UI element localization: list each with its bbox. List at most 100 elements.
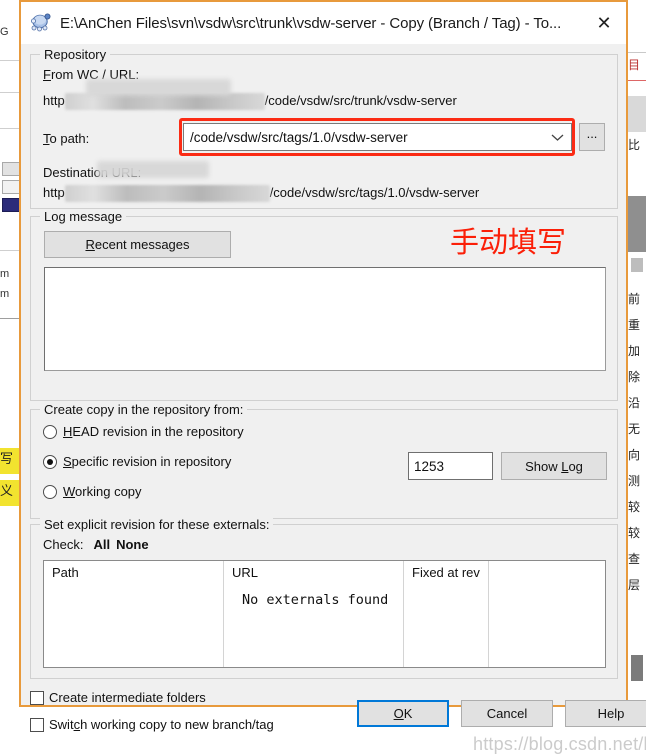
externals-table[interactable]: Path URL Fixed at rev No externals found bbox=[43, 560, 606, 668]
tortoisesvn-turtle-icon bbox=[30, 12, 52, 34]
radio-specific-revision-label: Specific revision in repository bbox=[63, 454, 232, 469]
externals-check-row: Check: All None bbox=[43, 537, 149, 552]
dialog-body: Repository From WC / URL: http/code/vsdw… bbox=[21, 44, 646, 754]
check-none-link[interactable]: None bbox=[116, 537, 149, 552]
bg-right-fragment-12: 查 bbox=[628, 552, 641, 566]
bg-right-band bbox=[628, 96, 646, 132]
cancel-button[interactable]: Cancel bbox=[461, 700, 553, 727]
watermark: https://blog.csdn.net/lilliuyang bbox=[473, 734, 646, 754]
from-url-prefix: http bbox=[43, 93, 65, 108]
bg-right-rule bbox=[628, 80, 646, 81]
bg-right-scrollbar-thumb[interactable] bbox=[631, 258, 643, 272]
externals-group: Set explicit revision for these external… bbox=[30, 517, 618, 679]
bg-right-band bbox=[628, 196, 646, 252]
radio-circle-icon[interactable] bbox=[43, 484, 57, 499]
bg-left-rule bbox=[0, 128, 20, 129]
background-right-pane: 目 比 前 重 加 除 沿 无 向 测 较 较 查 层 bbox=[628, 0, 646, 717]
bg-left-fragment-0: G bbox=[0, 26, 9, 38]
recent-messages-button[interactable]: Recent messages bbox=[44, 231, 231, 258]
checkbox-switch-working-copy-label: Switch working copy to new branch/tag bbox=[49, 717, 274, 732]
window-title: E:\AnChen Files\svn\vsdw\src\trunk\vsdw-… bbox=[60, 14, 562, 32]
radio-circle-icon[interactable] bbox=[43, 424, 57, 439]
externals-table-header: Path URL Fixed at rev bbox=[44, 561, 605, 667]
show-log-label: Show Log bbox=[525, 458, 583, 474]
bg-right-fragment-13: 层 bbox=[628, 578, 641, 592]
bg-left-rule bbox=[0, 250, 20, 251]
repository-group-legend: Repository bbox=[40, 47, 111, 62]
to-path-control-group: /code/vsdw/src/tags/1.0/vsdw-server ... bbox=[183, 123, 605, 151]
to-path-combobox[interactable]: /code/vsdw/src/tags/1.0/vsdw-server bbox=[183, 123, 572, 151]
check-all-link[interactable]: All bbox=[93, 537, 110, 552]
destination-label-blur bbox=[97, 161, 209, 178]
checkbox-switch-working-copy[interactable]: Switch working copy to new branch/tag bbox=[30, 717, 274, 732]
repository-group: Repository From WC / URL: http/code/vsdw… bbox=[30, 47, 618, 209]
bg-right-fragment-5: 除 bbox=[628, 370, 641, 384]
radio-head-revision-label: HEAD revision in the repository bbox=[63, 424, 244, 439]
bg-right-fragment-9: 测 bbox=[628, 474, 641, 488]
radio-circle-icon[interactable] bbox=[43, 454, 57, 469]
bg-left-tool-chip bbox=[2, 162, 20, 176]
show-log-button[interactable]: Show Log bbox=[501, 452, 607, 480]
ok-button-label: OK bbox=[393, 706, 413, 721]
destination-url-prefix: http bbox=[43, 185, 65, 200]
close-icon[interactable]: ✕ bbox=[582, 2, 626, 44]
from-url-suffix: /code/vsdw/src/trunk/vsdw-server bbox=[264, 93, 457, 108]
copy-branch-tag-dialog: E:\AnChen Files\svn\vsdw\src\trunk\vsdw-… bbox=[19, 0, 646, 754]
bg-left-fragment-1: m bbox=[0, 268, 10, 280]
bg-right-fragment-4: 加 bbox=[628, 344, 641, 358]
to-path-input[interactable]: /code/vsdw/src/tags/1.0/vsdw-server bbox=[184, 130, 543, 145]
create-copy-group: Create copy in the repository from: HEAD… bbox=[30, 402, 618, 519]
bg-left-highlight-1: 义 bbox=[0, 480, 20, 506]
chevron-down-icon[interactable] bbox=[543, 124, 571, 150]
externals-column-extra[interactable] bbox=[489, 561, 605, 667]
radio-specific-revision[interactable]: Specific revision in repository bbox=[43, 454, 231, 469]
log-message-group-legend: Log message bbox=[40, 209, 127, 224]
bg-right-fragment-0: 目 bbox=[628, 58, 641, 72]
title-bar[interactable]: E:\AnChen Files\svn\vsdw\src\trunk\vsdw-… bbox=[21, 2, 626, 44]
revision-input[interactable]: 1253 bbox=[408, 452, 493, 480]
bg-left-highlight-0: 写 bbox=[0, 448, 20, 474]
checkbox-box-icon[interactable] bbox=[30, 717, 44, 732]
help-button[interactable]: Help bbox=[565, 700, 646, 727]
bg-right-fragment-6: 沿 bbox=[628, 396, 641, 410]
bg-right-fragment-10: 较 bbox=[628, 500, 641, 514]
externals-column-path[interactable]: Path bbox=[44, 561, 224, 667]
bg-left-fragment-2: m bbox=[0, 288, 10, 300]
bg-left-tool-chip bbox=[2, 198, 20, 212]
destination-url-blur bbox=[64, 185, 270, 203]
bg-right-fragment-11: 较 bbox=[628, 526, 641, 540]
log-message-textarea[interactable] bbox=[44, 267, 606, 371]
bg-right-fragment-7: 无 bbox=[628, 422, 641, 436]
browse-button[interactable]: ... bbox=[579, 123, 605, 151]
ok-button[interactable]: OK bbox=[357, 700, 449, 727]
bg-left-rule bbox=[0, 92, 20, 93]
checkbox-create-intermediate-folders-label: Create intermediate folders bbox=[49, 690, 206, 705]
to-path-label: To path: bbox=[43, 131, 90, 146]
log-message-group: Log message Recent messages bbox=[30, 209, 618, 401]
externals-check-label: Check: bbox=[43, 537, 84, 552]
screen: G m m 写 义 目 比 前 重 加 除 沿 无 向 测 较 较 查 层 E:… bbox=[0, 0, 646, 754]
bg-left-rule bbox=[0, 318, 20, 319]
bg-left-rule bbox=[0, 60, 20, 61]
bg-right-fragment-8: 向 bbox=[628, 448, 641, 462]
checkbox-box-icon[interactable] bbox=[30, 690, 44, 705]
from-label-blur bbox=[86, 79, 231, 96]
bg-right-fragment-3: 重 bbox=[628, 318, 641, 332]
destination-url-value: http/code/vsdw/src/tags/1.0/vsdw-server bbox=[43, 185, 480, 203]
create-copy-group-legend: Create copy in the repository from: bbox=[40, 402, 248, 417]
checkbox-create-intermediate-folders[interactable]: Create intermediate folders bbox=[30, 690, 206, 705]
externals-column-url[interactable]: URL bbox=[224, 561, 404, 667]
background-left-pane: G m m 写 义 bbox=[0, 0, 20, 717]
bg-right-scrollbar-thumb[interactable] bbox=[631, 655, 643, 681]
bg-right-fragment-1: 比 bbox=[628, 138, 641, 152]
radio-head-revision[interactable]: HEAD revision in the repository bbox=[43, 424, 244, 439]
radio-working-copy[interactable]: Working copy bbox=[43, 484, 142, 499]
destination-url-suffix: /code/vsdw/src/tags/1.0/vsdw-server bbox=[269, 185, 480, 200]
recent-messages-label: Recent messages bbox=[85, 237, 190, 252]
bg-right-rule bbox=[628, 52, 646, 53]
bg-right-fragment-2: 前 bbox=[628, 292, 641, 306]
externals-column-fixed-at-rev[interactable]: Fixed at rev bbox=[404, 561, 489, 667]
radio-working-copy-label: Working copy bbox=[63, 484, 142, 499]
externals-empty-message: No externals found bbox=[242, 592, 389, 608]
externals-group-legend: Set explicit revision for these external… bbox=[40, 517, 274, 532]
